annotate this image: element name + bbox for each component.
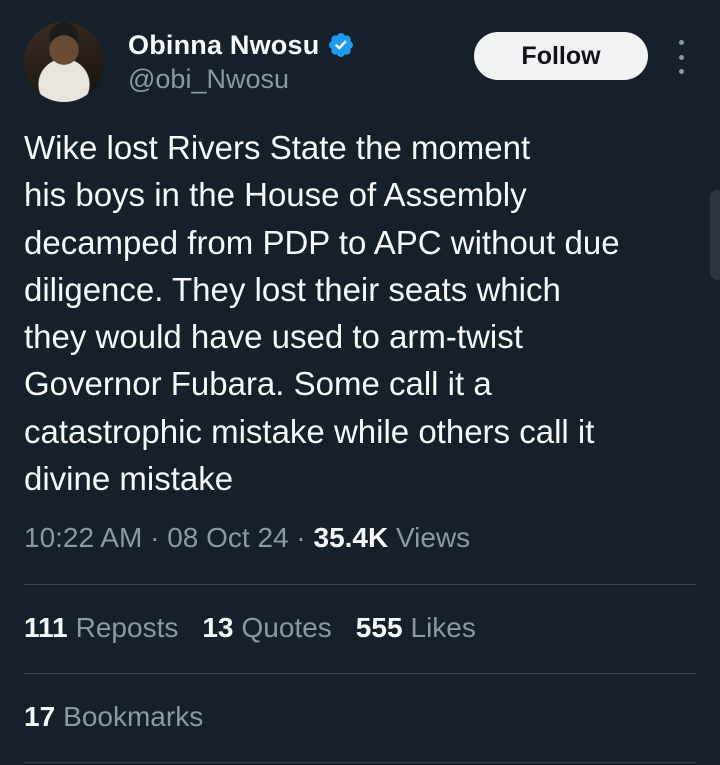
reposts-count: 111 bbox=[24, 612, 68, 643]
reposts-label: Reposts bbox=[75, 612, 179, 643]
quotes-count: 13 bbox=[202, 612, 234, 643]
likes-label: Likes bbox=[410, 612, 476, 643]
profile-avatar[interactable] bbox=[24, 22, 104, 102]
views-label: Views bbox=[396, 522, 471, 553]
bookmarks-count: 17 bbox=[24, 701, 56, 732]
quotes-label: Quotes bbox=[241, 612, 332, 643]
scrollbar-thumb[interactable] bbox=[710, 190, 720, 280]
author-name-block[interactable]: Obinna Nwosu @obi_Nwosu bbox=[128, 28, 355, 95]
likes-count: 555 bbox=[355, 612, 403, 643]
author-handle[interactable]: @obi_Nwosu bbox=[128, 64, 355, 95]
meta-separator: · bbox=[288, 522, 314, 553]
quotes-stat[interactable]: 13 Quotes bbox=[202, 612, 331, 644]
engagement-stats: 111 Reposts 13 Quotes 555 Likes bbox=[24, 612, 476, 644]
tweet-header: Obinna Nwosu @obi_Nwosu Follow bbox=[24, 22, 696, 106]
tweet-meta: 10:22 AM · 08 Oct 24 · 35.4K Views bbox=[24, 522, 470, 554]
tweet-time[interactable]: 10:22 AM bbox=[24, 522, 142, 553]
author-display-name[interactable]: Obinna Nwosu bbox=[128, 30, 319, 61]
follow-button[interactable]: Follow bbox=[474, 32, 648, 80]
author-name-row: Obinna Nwosu bbox=[128, 28, 355, 62]
bookmarks-stat[interactable]: 17 Bookmarks bbox=[24, 701, 203, 733]
views-count: 35.4K bbox=[313, 522, 389, 553]
reposts-stat[interactable]: 111 Reposts bbox=[24, 612, 178, 644]
more-dot bbox=[678, 69, 684, 74]
verified-badge-icon[interactable] bbox=[327, 31, 355, 59]
meta-separator: · bbox=[142, 522, 168, 553]
tweet-date[interactable]: 08 Oct 24 bbox=[167, 522, 288, 553]
divider bbox=[24, 673, 696, 674]
more-dot bbox=[678, 40, 684, 45]
more-vertical-icon[interactable] bbox=[672, 40, 690, 74]
likes-stat[interactable]: 555 Likes bbox=[356, 612, 476, 644]
bookmarks-label: Bookmarks bbox=[63, 701, 204, 732]
more-dot bbox=[678, 54, 684, 60]
tweet-text: Wike lost Rivers State the moment his bo… bbox=[24, 129, 620, 498]
divider bbox=[24, 762, 696, 763]
divider bbox=[24, 584, 696, 585]
tweet-detail-page: Obinna Nwosu @obi_Nwosu Follow Wike lost… bbox=[0, 0, 720, 765]
